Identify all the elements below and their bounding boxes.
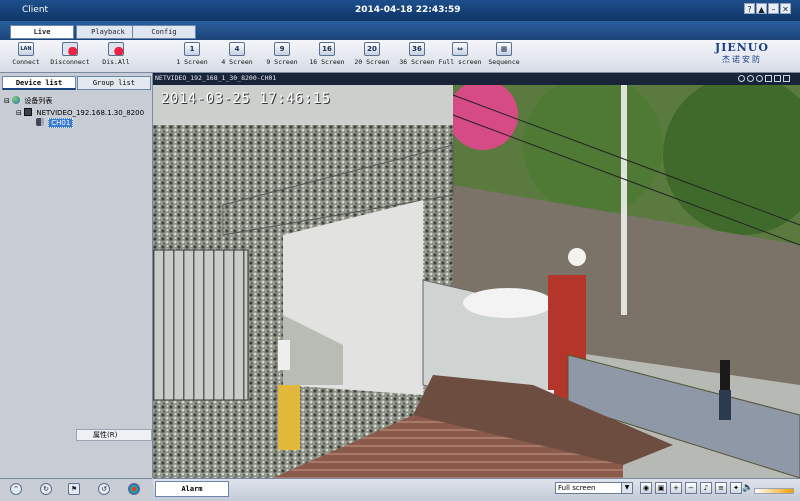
tab-config[interactable]: Config — [132, 25, 196, 39]
osd-timestamp: 2014-03-25 17:46:15 — [161, 91, 331, 107]
chevron-up-icon[interactable]: ⌃ — [10, 483, 22, 495]
sequence-icon: ▦ — [496, 42, 512, 56]
toolbar: LAN Connect Disconnect Dis.All 1 1 Scree… — [0, 40, 800, 73]
minimize-button[interactable]: – — [768, 3, 779, 14]
sequence-button[interactable]: ▦ Sequence — [482, 42, 526, 66]
collapse-icon[interactable]: ⊟ — [4, 97, 10, 105]
disconnect-all-button[interactable]: Dis.All — [94, 42, 138, 66]
tab-device-list[interactable]: Device list — [2, 76, 76, 90]
microphone-icon[interactable]: ♪ — [700, 482, 712, 494]
connect-icon: LAN — [18, 42, 34, 56]
video-header: NETVIDEO_192_168_1_30_8200-CH01 — [153, 73, 800, 85]
color-icon[interactable] — [128, 483, 140, 495]
record-icon[interactable]: ▣ — [655, 482, 667, 494]
screen-4-icon: 4 — [229, 42, 245, 56]
brand-logo: JIENUO 杰诺安防 — [715, 41, 769, 64]
globe-icon — [12, 96, 21, 104]
speaker-icon: 🔈 — [742, 483, 754, 493]
screen-9-icon: 9 — [274, 42, 290, 56]
screen-20-icon: 20 — [364, 42, 380, 56]
tab-live[interactable]: Live — [10, 25, 74, 39]
help-button[interactable]: ? — [744, 3, 755, 14]
disconnect-icon — [62, 42, 78, 56]
channel-label: CH01 — [48, 118, 74, 128]
settings-icon[interactable]: ✦ — [730, 482, 742, 494]
video-view[interactable]: 2014-03-25 17:46:15 — [153, 85, 800, 478]
screen-1-icon: 1 — [184, 42, 200, 56]
zoom-out-icon[interactable]: − — [685, 482, 697, 494]
layout-20-button[interactable]: 20 20 Screen — [350, 42, 394, 66]
clock: 2014-04-18 22:43:59 — [355, 5, 461, 15]
screen-16-icon: 16 — [319, 42, 335, 56]
tree-item-channel[interactable]: CH01 — [36, 118, 74, 128]
close-channel-icon[interactable] — [783, 75, 790, 82]
zoom-out-icon[interactable] — [747, 75, 754, 82]
list-icon[interactable]: ≡ — [715, 482, 727, 494]
camera-feed-image — [153, 85, 800, 478]
disconnect-button[interactable]: Disconnect — [48, 42, 92, 66]
refresh-icon[interactable]: ↻ — [40, 483, 52, 495]
tab-group-list[interactable]: Group list — [77, 76, 151, 90]
dvr-icon — [24, 108, 33, 116]
properties-menu-item[interactable]: 属性(R) — [76, 429, 152, 441]
layout-16-button[interactable]: 16 16 Screen — [305, 42, 349, 66]
layout-1-button[interactable]: 1 1 Screen — [170, 42, 214, 66]
tree-item-root[interactable]: ⊟ 设备列表 — [4, 96, 52, 106]
pin-icon[interactable]: ⚑ — [68, 483, 80, 495]
collapse-icon[interactable]: ⊟ — [16, 109, 22, 117]
tab-playback[interactable]: Playback — [76, 25, 140, 39]
screen-36-icon: 36 — [409, 42, 425, 56]
channel-title: NETVIDEO_192_168_1_30_8200-CH01 — [155, 74, 277, 82]
lock-button[interactable]: ▲ — [756, 3, 767, 14]
zoom-in-icon[interactable]: + — [670, 482, 682, 494]
snapshot-icon[interactable] — [774, 75, 781, 82]
chevron-down-icon: ▼ — [621, 483, 632, 493]
layout-36-button[interactable]: 36 36 Screen — [395, 42, 439, 66]
main-tabs: Live Playback Config — [0, 21, 800, 40]
app-title: Client — [22, 5, 49, 15]
status-bar: Alarm Full screen ▼ ◉ ▣ + − ♪ ≡ ✦ 🔈 — [153, 478, 800, 501]
volume-slider[interactable] — [754, 488, 794, 494]
view-mode-select[interactable]: Full screen ▼ — [555, 482, 633, 494]
connect-button[interactable]: LAN Connect — [4, 42, 48, 66]
layout-4-button[interactable]: 4 4 Screen — [215, 42, 259, 66]
close-button[interactable]: ✕ — [780, 3, 791, 14]
camera-icon[interactable]: ◉ — [640, 482, 652, 494]
device-panel: Device list Group list ⊟ 设备列表 ⊟ NETVIDEO… — [0, 73, 153, 478]
title-bar: Client 2014-04-18 22:43:59 ? ▲ – ✕ — [0, 0, 800, 21]
zoom-in-icon[interactable] — [738, 75, 745, 82]
full-screen-icon: ⇔ — [452, 42, 468, 56]
tree-item-device[interactable]: ⊟ NETVIDEO_192.168.1.30_8200 — [16, 108, 144, 117]
zoom-reset-icon[interactable] — [756, 75, 763, 82]
record-icon[interactable] — [765, 75, 772, 82]
tab-alarm[interactable]: Alarm — [155, 481, 229, 497]
full-screen-button[interactable]: ⇔ Full screen — [438, 42, 482, 66]
layout-9-button[interactable]: 9 9 Screen — [260, 42, 304, 66]
ptz-controls: ⌃ ↻ ⚑ ↺ — [0, 478, 152, 501]
camera-icon — [36, 118, 44, 126]
undo-icon[interactable]: ↺ — [98, 483, 110, 495]
disconnect-all-icon — [108, 42, 124, 56]
